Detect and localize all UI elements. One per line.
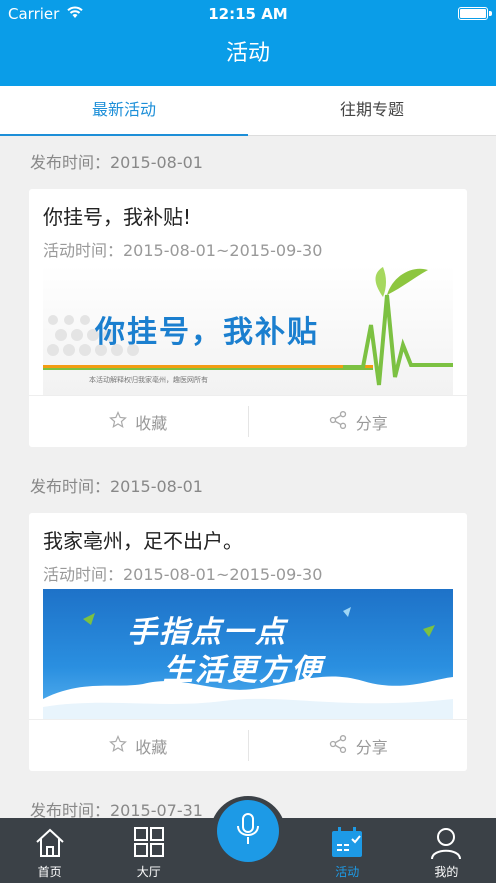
tab-bar: 最新活动 往期专题 [0, 86, 496, 136]
tab-mine-label: 我的 [434, 865, 459, 879]
star-icon [109, 410, 128, 433]
activity-time: 活动时间：2015-08-01~2015-09-30 [43, 565, 323, 584]
battery-icon [458, 7, 492, 20]
home-icon [33, 826, 67, 863]
share-icon [328, 410, 348, 434]
share-label: 分享 [355, 737, 388, 757]
banner-headline: 你挂号，我补贴 [95, 315, 319, 350]
share-icon [328, 734, 348, 758]
tab-hall-label: 大厅 [136, 865, 161, 879]
grid-icon [133, 826, 165, 861]
share-button[interactable]: 分享 [249, 720, 468, 771]
favorite-label: 收藏 [135, 737, 168, 757]
activity-card[interactable]: 我家亳州，足不出户。 活动时间：2015-08-01~2015-09-30 手指… [29, 513, 467, 771]
microphone-icon [234, 812, 262, 850]
share-label: 分享 [355, 413, 388, 433]
share-button[interactable]: 分享 [249, 396, 468, 447]
activity-title: 你挂号，我补贴! [43, 205, 192, 229]
tab-home-label: 首页 [37, 865, 62, 879]
publish-date: 发布时间：2015-08-01 [30, 153, 203, 172]
star-icon [109, 734, 128, 757]
banner-footnote: 本活动解释权归我家亳州，趣医网所有 [89, 376, 208, 384]
activity-time: 活动时间：2015-08-01~2015-09-30 [43, 241, 323, 260]
activity-banner[interactable]: 手指点一点 生活更方便 [43, 589, 453, 719]
activity-card[interactable]: 你挂号，我补贴! 活动时间：2015-08-01~2015-09-30 你挂号，… [29, 189, 467, 447]
tab-latest-activities[interactable]: 最新活动 [0, 86, 248, 136]
card-actions: 收藏 分享 [29, 719, 467, 771]
user-icon [429, 826, 463, 863]
tab-home[interactable]: 首页 [0, 818, 99, 883]
clock: 12:15 AM [208, 5, 288, 23]
tab-mine[interactable]: 我的 [397, 818, 496, 883]
favorite-label: 收藏 [135, 413, 168, 433]
activity-feed[interactable]: 发布时间：2015-08-01 你挂号，我补贴! 活动时间：2015-08-01… [0, 137, 496, 818]
banner-line-2: 生活更方便 [163, 653, 323, 688]
voice-button[interactable] [217, 800, 279, 862]
activity-banner[interactable]: 你挂号，我补贴 本活动解释权归我家亳州，趣医网所有 [43, 265, 453, 395]
tab-activities-label: 活动 [335, 865, 360, 879]
publish-date: 发布时间：2015-08-01 [30, 477, 203, 496]
card-actions: 收藏 分享 [29, 395, 467, 447]
calendar-icon [330, 826, 364, 863]
status-bar: Carrier 12:15 AM [0, 0, 496, 28]
tab-past-topics[interactable]: 往期专题 [248, 86, 496, 135]
activity-title: 我家亳州，足不出户。 [43, 529, 243, 553]
favorite-button[interactable]: 收藏 [29, 396, 248, 447]
tab-hall[interactable]: 大厅 [99, 818, 198, 883]
tab-activities[interactable]: 活动 [298, 818, 397, 883]
page-title: 活动 [0, 28, 496, 86]
favorite-button[interactable]: 收藏 [29, 720, 248, 771]
